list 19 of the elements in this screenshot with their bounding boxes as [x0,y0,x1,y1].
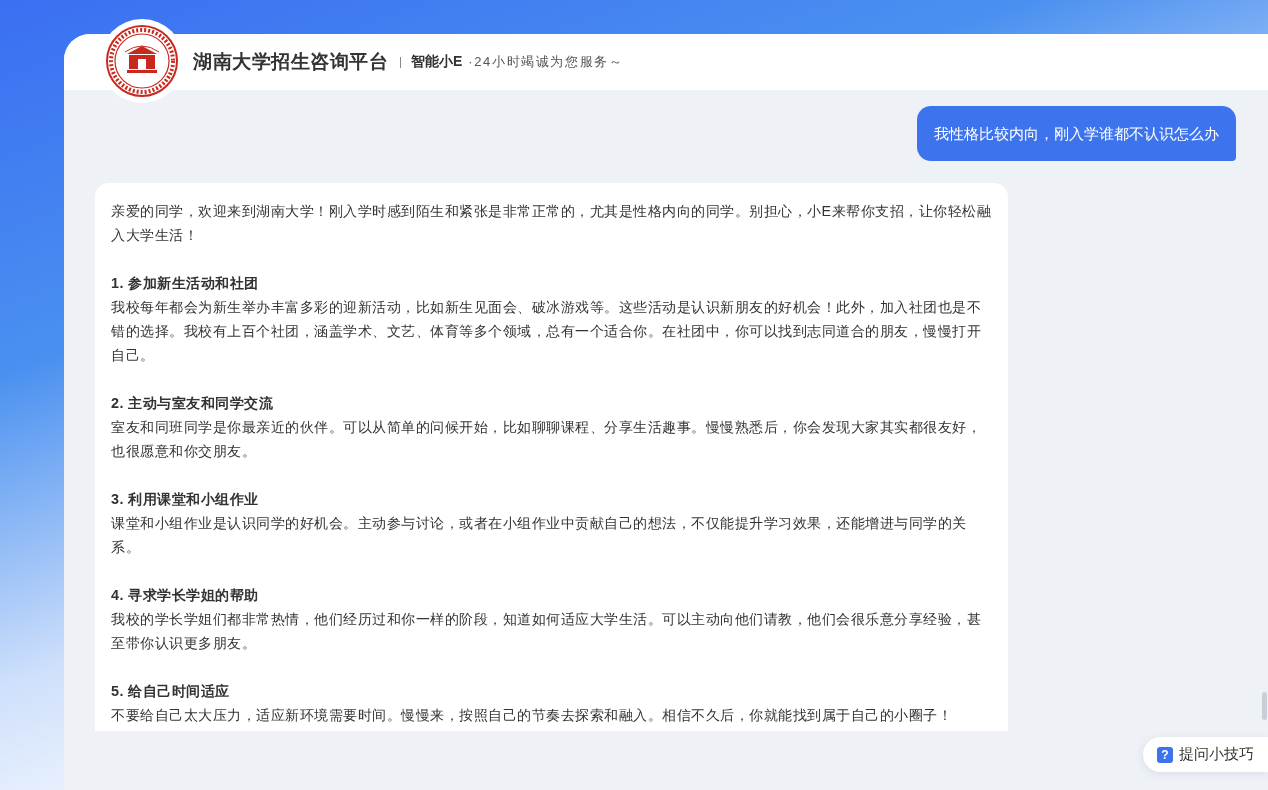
user-message: 我性格比较内向，刚入学谁都不认识怎么办 [917,106,1236,161]
scrollbar-thumb[interactable] [1262,692,1267,720]
section-heading: 4. 寻求学长学姐的帮助 [111,586,260,605]
section-text: 不要给自己太大压力，适应新环境需要时间。慢慢来，按照自己的节奏去探索和融入。相信不久后，你就能找到属于自己的小圈子！ [111,706,953,725]
section-text: 室友和同班同学是你最亲近的伙伴。可以从简单的问候开始，比如聊聊课程、分享生活趣事。慢慢熟悉后，你会发现大家其实都很友好，也很愿意和你交朋友。 [111,418,982,461]
university-emblem-icon [105,24,179,98]
section-heading: 1. 参加新生活动和社团 [111,274,260,293]
reply-intro: 亲爱的同学，欢迎来到湖南大学！刚入学时感到陌生和紧张是非常正常的，尤其是性格内向的同学。别担心，小E来帮你支招，让你轻松融入大学生活！ [111,202,992,245]
section-text: 我校的学长学姐们都非常热情，他们经历过和你一样的阶段，知道如何适应大学生活。可以主动向他们请教，他们会很乐意分享经验，甚至带你认识更多朋友。 [111,610,982,653]
platform-title: 湖南大学招生咨询平台 [193,50,388,74]
tips-button[interactable]: ? 提问小技巧 [1143,737,1268,772]
section-heading: 2. 主动与室友和同学交流 [111,394,275,413]
help-icon: ? [1157,746,1173,763]
section-heading: 5. 给自己时间适应 [111,682,231,701]
tagline: ·24小时竭诚为您服务～ [468,53,624,71]
assistant-name: 智能小E [411,53,463,71]
section-text: 我校每年都会为新生举办丰富多彩的迎新活动，比如新生见面会、破冰游戏等。这些活动是认识新朋友的好机会！此外，加入社团也是不错的选择。我校有上百个社团，涵盖学术、文艺、体育等多个领域，总有一个适合你。在社团中，你可以找到志同道合的朋友，慢慢打开自己。 [111,298,982,365]
section-text: 课堂和小组作业是认识同学的好机会。主动参与讨论，或者在小组作业中贡献自己的想法，不仅能提升学习效果，还能增进与同学的关系。 [111,514,968,557]
section-heading: 3. 利用课堂和小组作业 [111,490,260,509]
